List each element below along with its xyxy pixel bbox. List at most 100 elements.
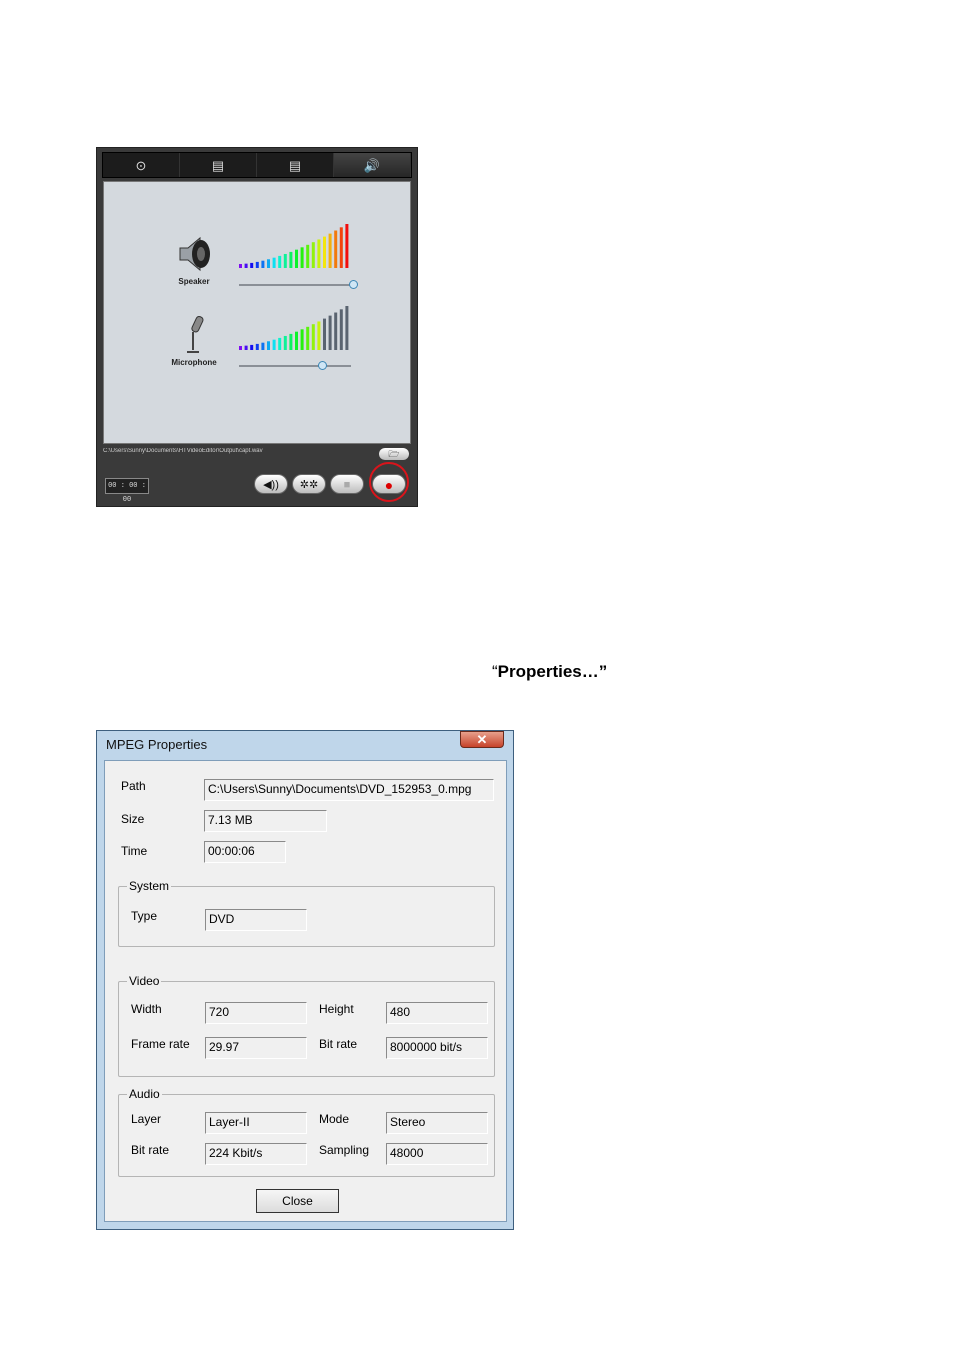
- speaker-label: Speaker: [178, 277, 210, 286]
- tab-hdtv[interactable]: ▤: [257, 153, 334, 177]
- settings-button[interactable]: ✲✲: [292, 474, 326, 494]
- microphone-volume-slider[interactable]: [239, 365, 351, 367]
- level-bar: [311, 324, 315, 350]
- level-bar: [295, 249, 298, 268]
- level-bar: [306, 244, 310, 268]
- caption-text: Properties…”: [497, 662, 608, 681]
- tab-webcam[interactable]: ⊙: [103, 153, 180, 177]
- output-path: C:\Users\Sunny\Documents\HTVideoEditor\O…: [103, 448, 263, 454]
- audio-capture-panel: ⊙ ▤ ▤ 🔊 Speaker Microphone C:\Users\Sunn…: [96, 147, 418, 507]
- microphone-icon: [182, 314, 208, 362]
- level-bar: [244, 263, 248, 268]
- level-bar: [323, 236, 326, 268]
- capture-mode-tabs: ⊙ ▤ ▤ 🔊: [102, 152, 412, 178]
- close-button[interactable]: Close: [256, 1189, 339, 1213]
- close-icon: ✕: [476, 732, 488, 747]
- level-bar: [300, 329, 304, 350]
- speaker-level-meter: [239, 224, 349, 268]
- level-bar: [306, 326, 310, 350]
- system-group-title: System: [127, 879, 172, 893]
- layer-label: Layer: [131, 1112, 162, 1126]
- type-label: Type: [131, 909, 158, 923]
- mode-field[interactable]: Stereo: [386, 1112, 488, 1134]
- tab-tv[interactable]: ▤: [180, 153, 257, 177]
- level-bar: [283, 335, 287, 350]
- level-bar: [328, 233, 332, 268]
- size-label: Size: [121, 812, 145, 826]
- level-bar: [345, 306, 349, 350]
- width-field[interactable]: 720: [205, 1002, 307, 1024]
- layer-field[interactable]: Layer-II: [205, 1112, 307, 1134]
- width-label: Width: [131, 1002, 162, 1016]
- properties-caption: “Properties…”: [492, 662, 607, 682]
- framerate-label: Frame rate: [131, 1037, 190, 1051]
- level-bar: [250, 262, 254, 268]
- level-bar: [250, 344, 254, 350]
- level-bar: [278, 255, 282, 268]
- volume-button[interactable]: ◀)): [254, 474, 288, 494]
- level-bar: [267, 341, 270, 350]
- system-group: System Type DVD: [118, 879, 495, 947]
- microphone-label: Microphone: [171, 358, 217, 367]
- level-bar: [339, 227, 343, 268]
- level-bar: [272, 257, 276, 268]
- sampling-label: Sampling: [319, 1143, 370, 1157]
- level-bar: [317, 239, 321, 268]
- path-field[interactable]: C:\Users\Sunny\Documents\DVD_152953_0.mp…: [204, 779, 494, 801]
- audio-bitrate-label: Bit rate: [131, 1143, 170, 1157]
- dialog-close-button[interactable]: ✕: [460, 731, 504, 748]
- microphone-level-meter: [239, 306, 349, 350]
- size-field[interactable]: 7.13 MB: [204, 810, 327, 832]
- height-field[interactable]: 480: [386, 1002, 488, 1024]
- height-label: Height: [319, 1002, 354, 1016]
- level-bar: [289, 333, 293, 350]
- type-field[interactable]: DVD: [205, 909, 307, 931]
- loudspeaker-icon: [172, 234, 216, 280]
- video-bitrate-field[interactable]: 8000000 bit/s: [386, 1037, 488, 1059]
- level-bar: [289, 251, 293, 268]
- record-button-highlight: [369, 462, 409, 502]
- mpeg-properties-dialog: MPEG Properties ✕ Path C:\Users\Sunny\Do…: [96, 730, 514, 1230]
- webcam-icon: ⊙: [135, 157, 147, 173]
- video-group: Video Width 720 Height 480 Frame rate 29…: [118, 974, 495, 1077]
- audio-speaker-icon: 🔊: [363, 157, 381, 173]
- level-bar: [300, 247, 304, 268]
- speaker-volume-slider[interactable]: [239, 284, 355, 286]
- dialog-client-area: Path C:\Users\Sunny\Documents\DVD_152953…: [104, 760, 507, 1222]
- level-bar: [261, 260, 265, 268]
- level-bar: [278, 337, 282, 350]
- time-field[interactable]: 00:00:06: [204, 841, 286, 863]
- browse-folder-button[interactable]: 🗁: [379, 448, 409, 460]
- microphone-volume-thumb[interactable]: [317, 361, 327, 370]
- level-bar: [267, 259, 270, 268]
- speaker-volume-thumb[interactable]: [349, 280, 358, 289]
- stop-button[interactable]: ■: [330, 474, 364, 494]
- audio-group-title: Audio: [127, 1087, 162, 1101]
- framerate-field[interactable]: 29.97: [205, 1037, 307, 1059]
- sampling-field[interactable]: 48000: [386, 1143, 488, 1165]
- level-bar: [345, 224, 349, 268]
- level-bar: [261, 342, 265, 350]
- audio-levels-panel: Speaker Microphone: [103, 181, 411, 444]
- level-bar: [334, 312, 338, 350]
- speaker-icon: ◀)): [263, 479, 279, 491]
- gear-icon: ✲✲: [299, 479, 319, 491]
- recording-timer: 00 : 00 : 00: [105, 478, 149, 504]
- level-bar: [323, 318, 326, 350]
- level-bar: [239, 346, 242, 350]
- level-bar: [295, 331, 298, 350]
- level-bar: [272, 339, 276, 350]
- dialog-title: MPEG Properties: [106, 737, 208, 752]
- level-bar: [283, 253, 287, 268]
- level-bar: [317, 321, 321, 350]
- hdtv-icon: ▤: [288, 157, 302, 173]
- tab-audio[interactable]: 🔊: [334, 153, 411, 177]
- tv-icon: ▤: [211, 157, 225, 173]
- mode-label: Mode: [319, 1112, 350, 1126]
- level-bar: [255, 343, 259, 350]
- audio-bitrate-field[interactable]: 224 Kbit/s: [205, 1143, 307, 1165]
- level-bar: [244, 345, 248, 350]
- video-bitrate-label: Bit rate: [319, 1037, 358, 1051]
- level-bar: [311, 242, 315, 268]
- audio-group: Audio Layer Layer-II Mode Stereo Bit rat…: [118, 1087, 495, 1177]
